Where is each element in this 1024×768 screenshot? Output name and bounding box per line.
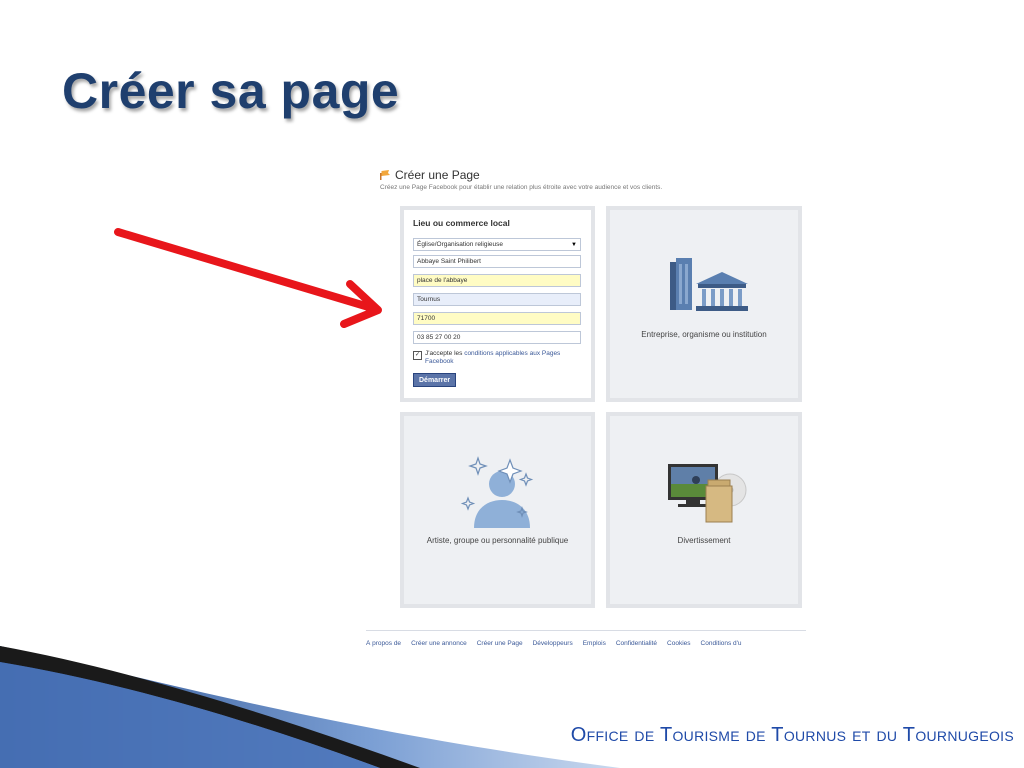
zip-field[interactable]: 71700 — [413, 312, 581, 325]
slide-title: Créer sa page — [62, 63, 400, 119]
category-artist[interactable]: Artiste, groupe ou personnalité publique — [400, 412, 595, 608]
person-sparkle-icon — [460, 456, 534, 528]
category-business-label: Entreprise, organisme ou institution — [641, 330, 767, 339]
address-field[interactable]: place de l'abbaye — [413, 274, 581, 287]
form-heading: Lieu ou commerce local — [413, 218, 510, 228]
category-business[interactable]: Entreprise, organisme ou institution — [606, 206, 802, 402]
terms-row: ✓ J'accepte les conditions applicables a… — [413, 350, 588, 366]
tv-film-icon — [668, 464, 747, 523]
phone-field[interactable]: 03 85 27 00 20 — [413, 331, 581, 344]
terms-checkbox[interactable]: ✓ — [413, 351, 422, 360]
fb-header: Créer une Page Créez une Page Facebook p… — [380, 168, 662, 191]
name-field[interactable]: Abbaye Saint Philibert — [413, 255, 581, 268]
category-entertainment[interactable]: Divertissement — [606, 412, 802, 608]
footer-divider — [366, 630, 806, 631]
footer-link[interactable]: Conditions d'u — [701, 640, 742, 647]
buildings-icon — [670, 258, 748, 311]
category-select[interactable]: Église/Organisation religieuse ▼ — [413, 238, 581, 251]
facebook-create-page-screenshot: Créer une Page Créez une Page Facebook p… — [366, 160, 806, 660]
decorative-swoosh — [0, 646, 620, 768]
fb-page-subtitle: Créez une Page Facebook pour établir une… — [380, 184, 663, 191]
footer-link[interactable]: Cookies — [667, 640, 690, 647]
category-entertainment-label: Divertissement — [677, 536, 731, 545]
category-artist-label: Artiste, groupe ou personnalité publique — [426, 536, 569, 545]
terms-text: J'accepte les — [425, 350, 463, 357]
fb-page-title: Créer une Page — [395, 168, 480, 182]
dropdown-caret-icon: ▼ — [571, 241, 577, 248]
city-field[interactable]: Tournus — [413, 293, 581, 306]
slide-footer-brand: Office de Tourisme de Tournus et du Tour… — [570, 724, 1014, 746]
red-arrow-icon — [114, 228, 382, 328]
local-business-panel: Lieu ou commerce local Église/Organisati… — [400, 206, 595, 402]
start-button[interactable]: Démarrer — [413, 373, 457, 387]
flag-icon — [380, 170, 390, 180]
